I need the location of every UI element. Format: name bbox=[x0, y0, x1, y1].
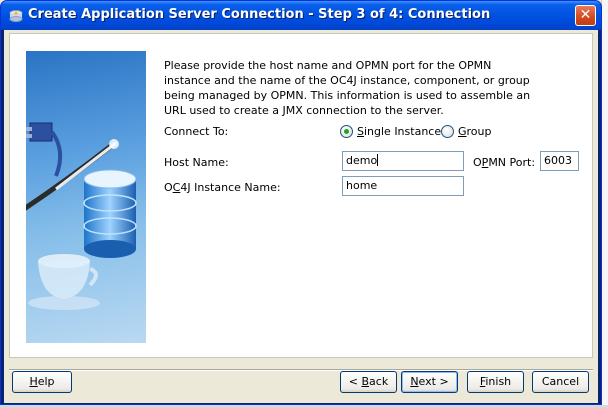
single-instance-radio[interactable] bbox=[340, 125, 353, 138]
instructions-text: Please provide the host name and OPMN po… bbox=[164, 59, 531, 117]
group-label[interactable]: Group bbox=[458, 125, 492, 138]
connect-to-label: Connect To: bbox=[164, 125, 229, 138]
background-window-edge bbox=[601, 0, 608, 408]
app-server-icon bbox=[9, 10, 23, 22]
next-button[interactable]: Next > bbox=[401, 371, 458, 393]
cancel-button[interactable]: Cancel bbox=[532, 371, 589, 393]
group-radio[interactable] bbox=[441, 125, 454, 138]
content-panel: Please provide the host name and OPMN po… bbox=[9, 33, 593, 358]
opmn-port-input[interactable]: 6003 bbox=[540, 151, 579, 171]
back-button[interactable]: < Back bbox=[340, 371, 397, 393]
oc4j-instance-label: OC4J Instance Name: bbox=[164, 181, 281, 194]
close-icon: ✕ bbox=[579, 7, 592, 23]
finish-button[interactable]: Finish bbox=[467, 371, 524, 393]
title-bar[interactable]: Create Application Server Connection - S… bbox=[1, 1, 601, 30]
host-name-label: Host Name: bbox=[164, 156, 229, 169]
database-illustration-icon bbox=[26, 122, 137, 310]
single-instance-label[interactable]: Single Instance bbox=[357, 125, 441, 138]
wizard-art-panel bbox=[26, 51, 146, 343]
dialog-client: Please provide the host name and OPMN po… bbox=[4, 30, 598, 403]
close-button[interactable]: ✕ bbox=[575, 5, 596, 26]
window-title: Create Application Server Connection - S… bbox=[28, 7, 491, 22]
oc4j-instance-input[interactable]: home bbox=[342, 176, 464, 196]
host-name-input[interactable]: demo bbox=[342, 151, 464, 171]
help-button[interactable]: Help bbox=[12, 371, 72, 393]
dialog-window: Create Application Server Connection - S… bbox=[0, 0, 602, 405]
opmn-port-label: OPMN Port: bbox=[473, 156, 536, 169]
